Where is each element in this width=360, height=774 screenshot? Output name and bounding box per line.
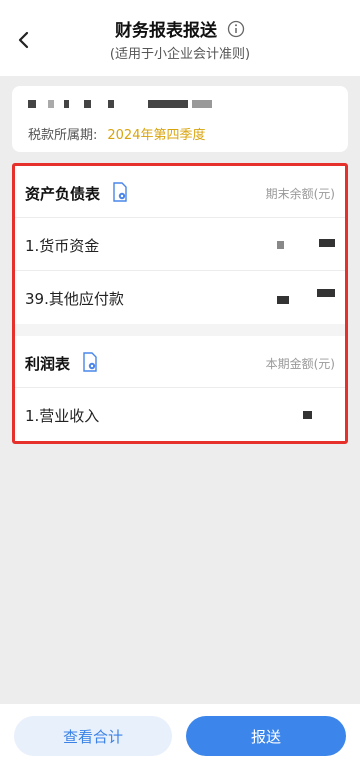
row-value-redacted [275,289,335,305]
document-icon[interactable] [82,352,98,372]
company-name-redacted [28,98,228,112]
income-statement-column-label: 本期金额(元) [265,357,335,371]
income-statement-header: 利润表 本期金额(元) [15,336,345,388]
income-statement-section: 利润表 本期金额(元) 1.营业收入 [15,336,345,441]
submit-button[interactable]: 报送 [186,716,346,756]
income-statement-title: 利润表 [25,355,71,373]
row-value-redacted [275,408,335,422]
tax-period: 税款所属期: 2024年第四季度 [28,124,205,143]
table-row[interactable]: 1.营业收入 [15,388,345,441]
header-bar: 财务报表报送 (适用于小企业会计准则) [0,0,360,76]
row-label: 1.营业收入 [25,407,100,425]
page-subtitle: (适用于小企业会计准则) [109,47,251,62]
info-icon[interactable] [227,20,245,38]
filing-info-card: 税款所属期: 2024年第四季度 [12,86,348,152]
balance-sheet-section: 资产负债表 期末余额(元) 1.货币资金 39.其他应付款 [15,166,345,324]
row-value-redacted [275,238,335,252]
page-title: 财务报表报送 [115,21,218,41]
report-sections: 资产负债表 期末余额(元) 1.货币资金 39.其他应付款 利润表 本期金额(元… [12,163,348,444]
tax-period-value: 2024年第四季度 [107,128,206,143]
row-label: 39.其他应付款 [25,290,124,308]
balance-sheet-column-label: 期末余额(元) [265,187,335,201]
table-row[interactable]: 1.货币资金 [15,218,345,271]
balance-sheet-title: 资产负债表 [25,185,101,203]
tax-period-label: 税款所属期: [28,128,98,143]
bottom-action-bar: 查看合计 报送 [0,704,360,774]
document-icon[interactable] [112,182,128,202]
page-title-row: 财务报表报送 [0,16,360,41]
balance-sheet-header: 资产负债表 期末余额(元) [15,166,345,218]
row-label: 1.货币资金 [25,237,100,255]
view-total-button[interactable]: 查看合计 [14,716,172,756]
table-row[interactable]: 39.其他应付款 [15,271,345,324]
